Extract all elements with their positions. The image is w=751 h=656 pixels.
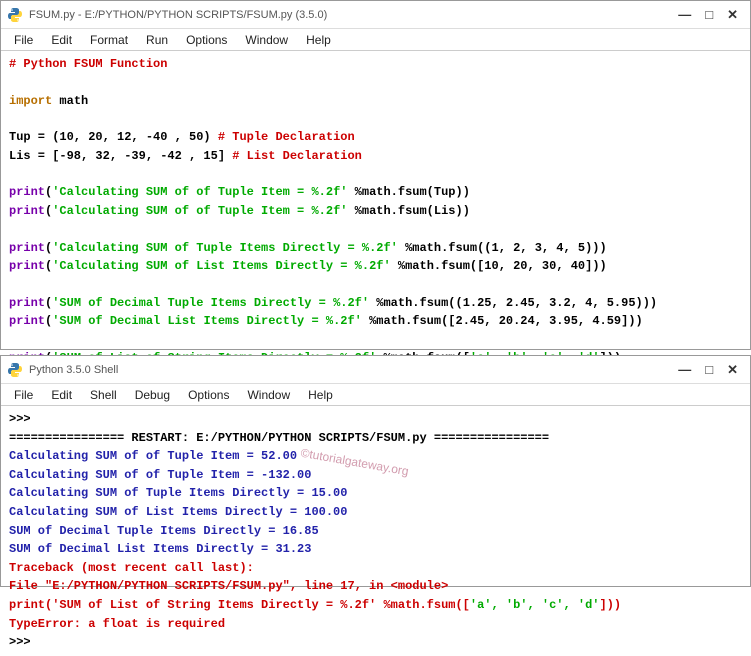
traceback-line: Traceback (most recent call last): xyxy=(9,559,742,578)
traceback-line: print('SUM of List of String Items Direc… xyxy=(9,596,742,615)
code-line: print('Calculating SUM of of Tuple Item … xyxy=(9,183,742,202)
code-line: Lis = [-98, 32, -39, -42 , 15] # List De… xyxy=(9,147,742,166)
window-title: Python 3.5.0 Shell xyxy=(29,364,678,376)
code-line: # Python FSUM Function xyxy=(9,55,742,74)
menu-bar: File Edit Format Run Options Window Help xyxy=(1,29,750,51)
window-controls: — □ ✕ xyxy=(678,7,744,23)
titlebar[interactable]: FSUM.py - E:/PYTHON/PYTHON SCRIPTS/FSUM.… xyxy=(1,1,750,29)
code-line: Tup = (10, 20, 12, -40 , 50) # Tuple Dec… xyxy=(9,128,742,147)
code-editor[interactable]: # Python FSUM Function import math Tup =… xyxy=(1,51,750,372)
menu-help[interactable]: Help xyxy=(299,386,342,404)
output-line: SUM of Decimal List Items Directly = 31.… xyxy=(9,540,742,559)
code-line: print('Calculating SUM of Tuple Items Di… xyxy=(9,239,742,258)
output-line: Calculating SUM of of Tuple Item = -132.… xyxy=(9,466,742,485)
shell-window: Python 3.5.0 Shell — □ ✕ File Edit Shell… xyxy=(0,355,751,587)
prompt: >>> xyxy=(9,410,742,429)
menu-shell[interactable]: Shell xyxy=(81,386,126,404)
menu-edit[interactable]: Edit xyxy=(42,386,81,404)
menu-window[interactable]: Window xyxy=(236,31,297,49)
prompt: >>> xyxy=(9,633,742,652)
editor-window: FSUM.py - E:/PYTHON/PYTHON SCRIPTS/FSUM.… xyxy=(0,0,751,350)
shell-output[interactable]: >>> ================ RESTART: E:/PYTHON/… xyxy=(1,406,750,656)
python-icon xyxy=(7,362,23,378)
maximize-button[interactable]: □ xyxy=(705,362,713,378)
menu-window[interactable]: Window xyxy=(238,386,299,404)
python-icon xyxy=(7,7,23,23)
output-line: SUM of Decimal Tuple Items Directly = 16… xyxy=(9,522,742,541)
code-line: import math xyxy=(9,92,742,111)
menu-file[interactable]: File xyxy=(5,386,42,404)
minimize-button[interactable]: — xyxy=(678,7,691,23)
output-line: Calculating SUM of List Items Directly =… xyxy=(9,503,742,522)
maximize-button[interactable]: □ xyxy=(705,7,713,23)
window-controls: — □ ✕ xyxy=(678,362,744,378)
code-line: print('SUM of Decimal Tuple Items Direct… xyxy=(9,294,742,313)
minimize-button[interactable]: — xyxy=(678,362,691,378)
menu-bar: File Edit Shell Debug Options Window Hel… xyxy=(1,384,750,406)
menu-help[interactable]: Help xyxy=(297,31,340,49)
menu-edit[interactable]: Edit xyxy=(42,31,81,49)
menu-options[interactable]: Options xyxy=(177,31,236,49)
menu-run[interactable]: Run xyxy=(137,31,177,49)
window-title: FSUM.py - E:/PYTHON/PYTHON SCRIPTS/FSUM.… xyxy=(29,9,678,21)
menu-file[interactable]: File xyxy=(5,31,42,49)
menu-debug[interactable]: Debug xyxy=(126,386,179,404)
output-line: Calculating SUM of of Tuple Item = 52.00 xyxy=(9,447,742,466)
traceback-line: File "E:/PYTHON/PYTHON SCRIPTS/FSUM.py",… xyxy=(9,577,742,596)
code-line: print('Calculating SUM of of Tuple Item … xyxy=(9,202,742,221)
output-line: Calculating SUM of Tuple Items Directly … xyxy=(9,484,742,503)
titlebar[interactable]: Python 3.5.0 Shell — □ ✕ xyxy=(1,356,750,384)
restart-line: ================ RESTART: E:/PYTHON/PYTH… xyxy=(9,429,742,448)
error-line: TypeError: a float is required xyxy=(9,615,742,634)
menu-options[interactable]: Options xyxy=(179,386,238,404)
code-line: print('SUM of Decimal List Items Directl… xyxy=(9,312,742,331)
close-button[interactable]: ✕ xyxy=(727,7,738,23)
menu-format[interactable]: Format xyxy=(81,31,137,49)
close-button[interactable]: ✕ xyxy=(727,362,738,378)
code-line: print('Calculating SUM of List Items Dir… xyxy=(9,257,742,276)
